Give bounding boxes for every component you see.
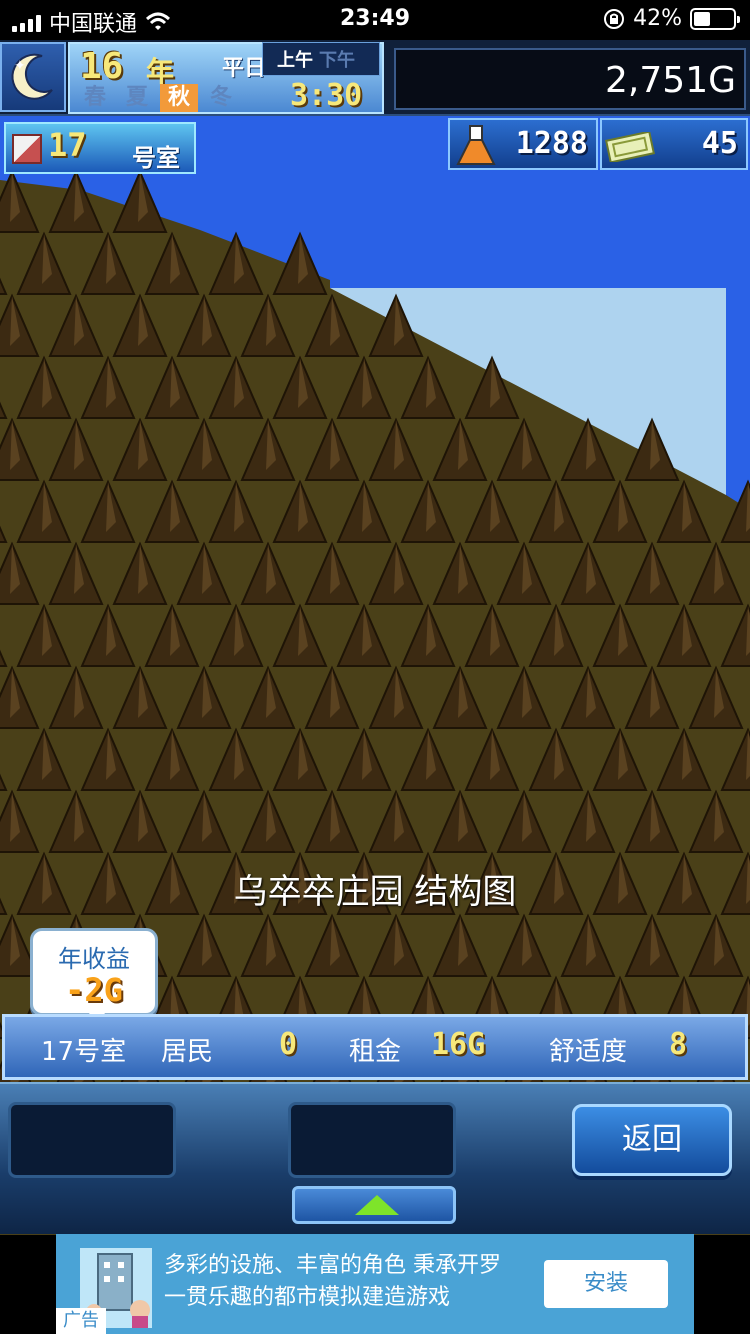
am-label: 上午 <box>277 50 313 71</box>
back-button[interactable]: 返回 <box>572 1104 732 1176</box>
tickets-display[interactable]: 45 <box>600 118 748 170</box>
ad-line-1: 多彩的设施、丰富的角色 秉承开罗 <box>164 1253 501 1278</box>
am-pm-indicator: 上午 下午 <box>262 42 380 76</box>
info-comfort-label: 舒适度 <box>549 1037 628 1067</box>
research-points-display[interactable]: 1288 <box>448 118 598 170</box>
room-info-bar: 17号室 居民 0 租金 16G 舒适度 8 <box>2 1014 748 1080</box>
info-rent-value: 16G <box>431 1027 486 1062</box>
room-number: 17 <box>48 126 87 164</box>
crescent-moon-icon: ✦ <box>11 53 53 100</box>
status-bar: 中国联通 23:49 42% <box>0 0 750 40</box>
pine-tree <box>112 169 168 233</box>
battery-icon <box>690 7 740 30</box>
ad-text: 多彩的设施、丰富的角色 秉承开罗 一贯乐趣的都市模拟建造游戏 <box>164 1250 501 1314</box>
info-rent-label: 租金 <box>349 1037 402 1067</box>
empty-slot-center[interactable] <box>288 1102 456 1178</box>
ticket-icon <box>605 132 655 162</box>
top-hud: ✦ 16 年 平日 春 夏 秋 冬 上午 下午 3:30 2,751G <box>0 40 750 116</box>
season-list: 春 夏 秋 冬 <box>76 84 240 112</box>
tickets-value: 45 <box>701 126 738 161</box>
info-residents-value: 0 <box>279 1027 298 1062</box>
income-title: 年收益 <box>58 945 130 973</box>
money-value: 2,751G <box>605 60 736 101</box>
svg-text:✦: ✦ <box>14 58 26 74</box>
annual-income-bubble[interactable]: 年收益 -2G <box>30 928 158 1025</box>
game-clock: 3:30 <box>290 78 363 113</box>
flask-icon <box>456 125 496 165</box>
income-value: -2G <box>65 971 123 1009</box>
info-room: 17号室 <box>41 1037 127 1067</box>
room-unit: 号室 <box>132 144 180 172</box>
ad-install-button[interactable]: 安装 <box>544 1260 668 1308</box>
info-residents-label: 居民 <box>161 1037 214 1067</box>
time-of-day-indicator[interactable]: ✦ <box>0 42 66 112</box>
season-autumn: 秋 <box>160 84 198 112</box>
season-spring: 春 <box>83 85 106 110</box>
pm-label: 下午 <box>319 50 355 71</box>
season-winter: 冬 <box>209 85 232 110</box>
room-box-icon <box>12 134 42 164</box>
info-comfort-value: 8 <box>669 1027 688 1062</box>
ad-tag: 广告 <box>56 1308 106 1334</box>
empty-slot-left[interactable] <box>8 1102 176 1178</box>
up-arrow-icon <box>355 1195 399 1215</box>
research-points-value: 1288 <box>515 126 588 161</box>
ad-banner[interactable]: 多彩的设施、丰富的角色 秉承开罗 一贯乐趣的都市模拟建造游戏 安装 广告 <box>56 1234 694 1334</box>
battery-percent: 42% <box>633 6 682 31</box>
day-type: 平日 <box>222 56 267 81</box>
rotation-lock-icon <box>604 8 625 29</box>
ad-line-2: 一贯乐趣的都市模拟建造游戏 <box>164 1285 451 1310</box>
money-display: 2,751G <box>394 48 746 110</box>
season-summer: 夏 <box>125 85 148 110</box>
structure-map-label: 乌卒卒庄园 结构图 <box>233 872 517 912</box>
room-selector[interactable]: 17 号室 <box>4 122 196 174</box>
control-panel: 返回 <box>0 1082 750 1234</box>
expand-up-button[interactable] <box>292 1186 456 1224</box>
year-number: 16 <box>80 46 124 87</box>
